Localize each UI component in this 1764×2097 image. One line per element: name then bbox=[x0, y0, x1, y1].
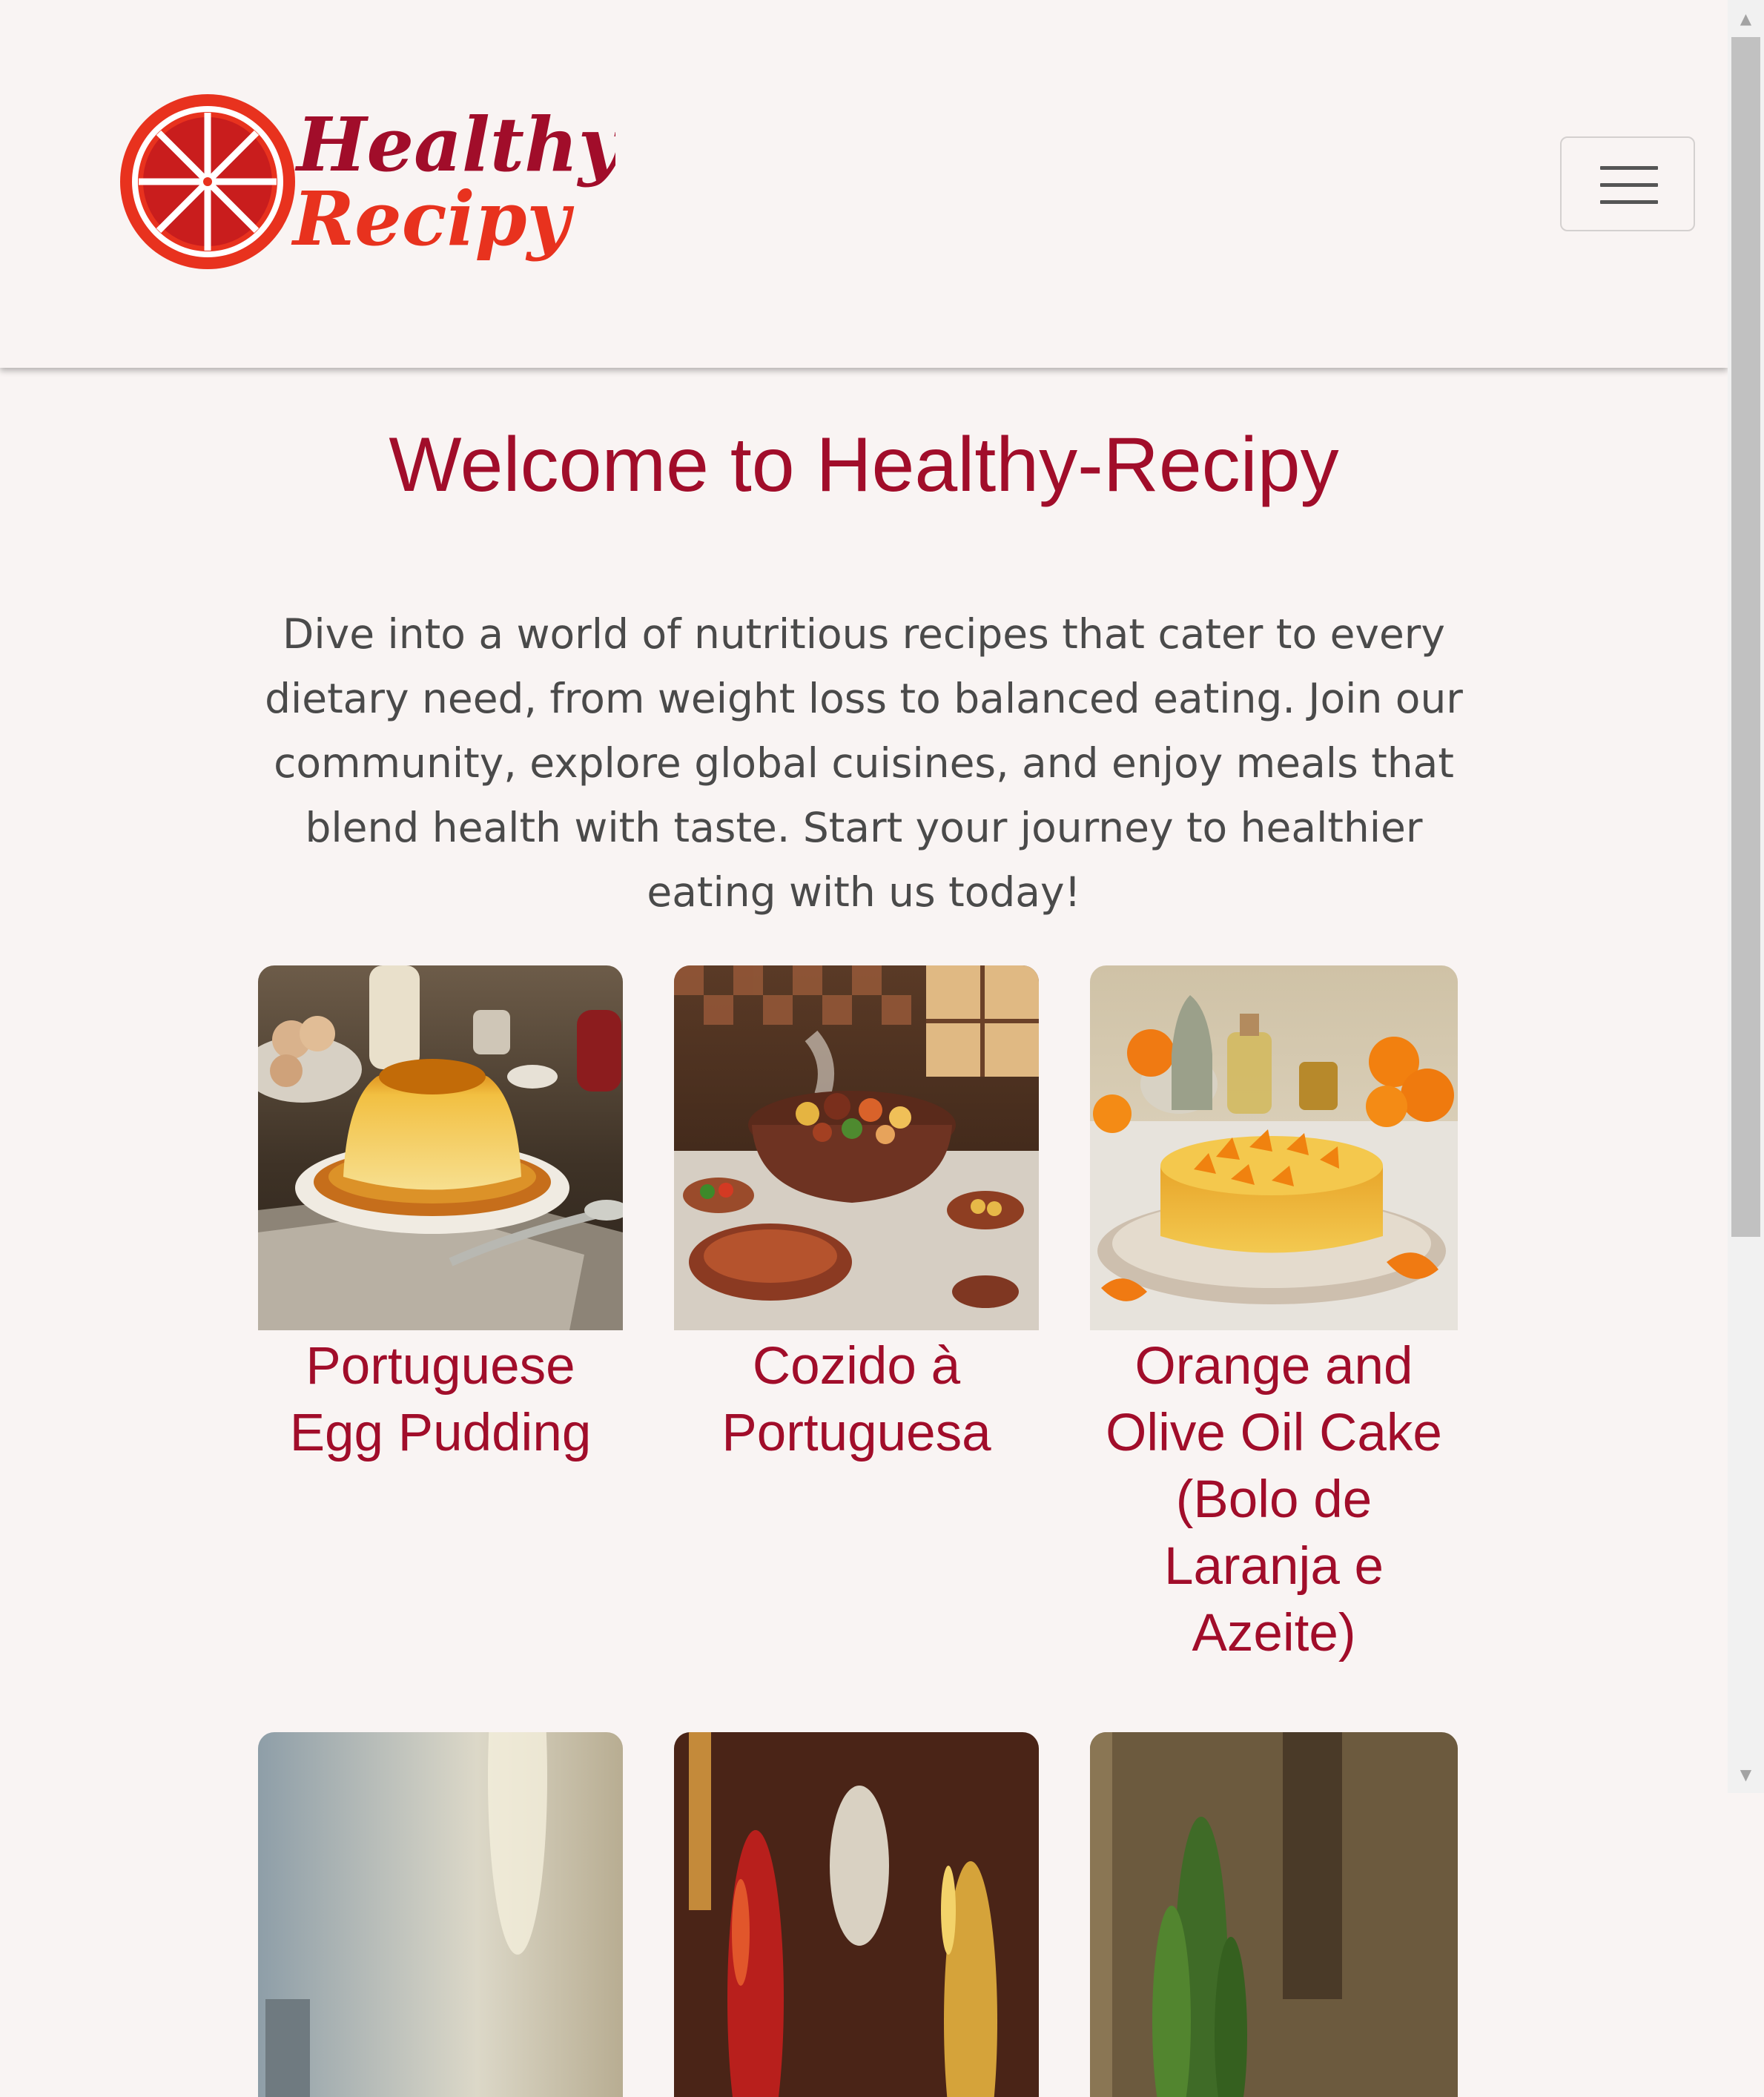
recipe-image bbox=[1090, 1732, 1458, 2097]
page-title: Welcome to Healthy-Recipy bbox=[389, 422, 1339, 508]
recipe-image bbox=[258, 1732, 623, 2097]
recipe-card[interactable]: Portuguese Egg Pudding bbox=[258, 965, 623, 1467]
recipe-title[interactable]: Orange and Olive Oil Cake (Bolo de Laran… bbox=[1090, 1333, 1458, 1667]
recipe-title[interactable]: Portuguese Egg Pudding bbox=[258, 1333, 623, 1467]
site-logo[interactable]: Healthy Recipy bbox=[111, 87, 615, 280]
recipe-card[interactable] bbox=[1090, 1732, 1458, 2097]
recipe-card[interactable] bbox=[674, 1732, 1039, 2097]
hamburger-menu-icon bbox=[1600, 166, 1658, 170]
svg-text:Recipy: Recipy bbox=[291, 175, 575, 262]
recipe-title[interactable]: Cozido à Portuguesa bbox=[674, 1333, 1039, 1467]
scrollbar-thumb[interactable] bbox=[1731, 37, 1760, 1237]
healthy-recipy-logo-image: Healthy Recipy bbox=[120, 94, 615, 269]
scroll-up-arrow-icon[interactable]: ▲ bbox=[1728, 0, 1764, 37]
page-scrollbar[interactable]: ▲ ▼ bbox=[1728, 0, 1764, 1793]
recipe-image bbox=[674, 1732, 1039, 2097]
site-header: Healthy Recipy bbox=[0, 0, 1728, 368]
recipe-image-egg-pudding bbox=[258, 965, 623, 1330]
intro-paragraph: Dive into a world of nutritious recipes … bbox=[265, 610, 1463, 916]
recipe-image-cozido bbox=[674, 965, 1039, 1330]
menu-toggle-button[interactable] bbox=[1560, 136, 1695, 231]
recipe-card[interactable] bbox=[258, 1732, 623, 2097]
recipe-image-orange-olive-oil-cake bbox=[1090, 965, 1458, 1330]
scroll-down-arrow-icon[interactable]: ▼ bbox=[1728, 1756, 1764, 1793]
recipe-card[interactable]: Cozido à Portuguesa bbox=[674, 965, 1039, 1467]
recipe-card[interactable]: Orange and Olive Oil Cake (Bolo de Laran… bbox=[1090, 965, 1458, 1667]
